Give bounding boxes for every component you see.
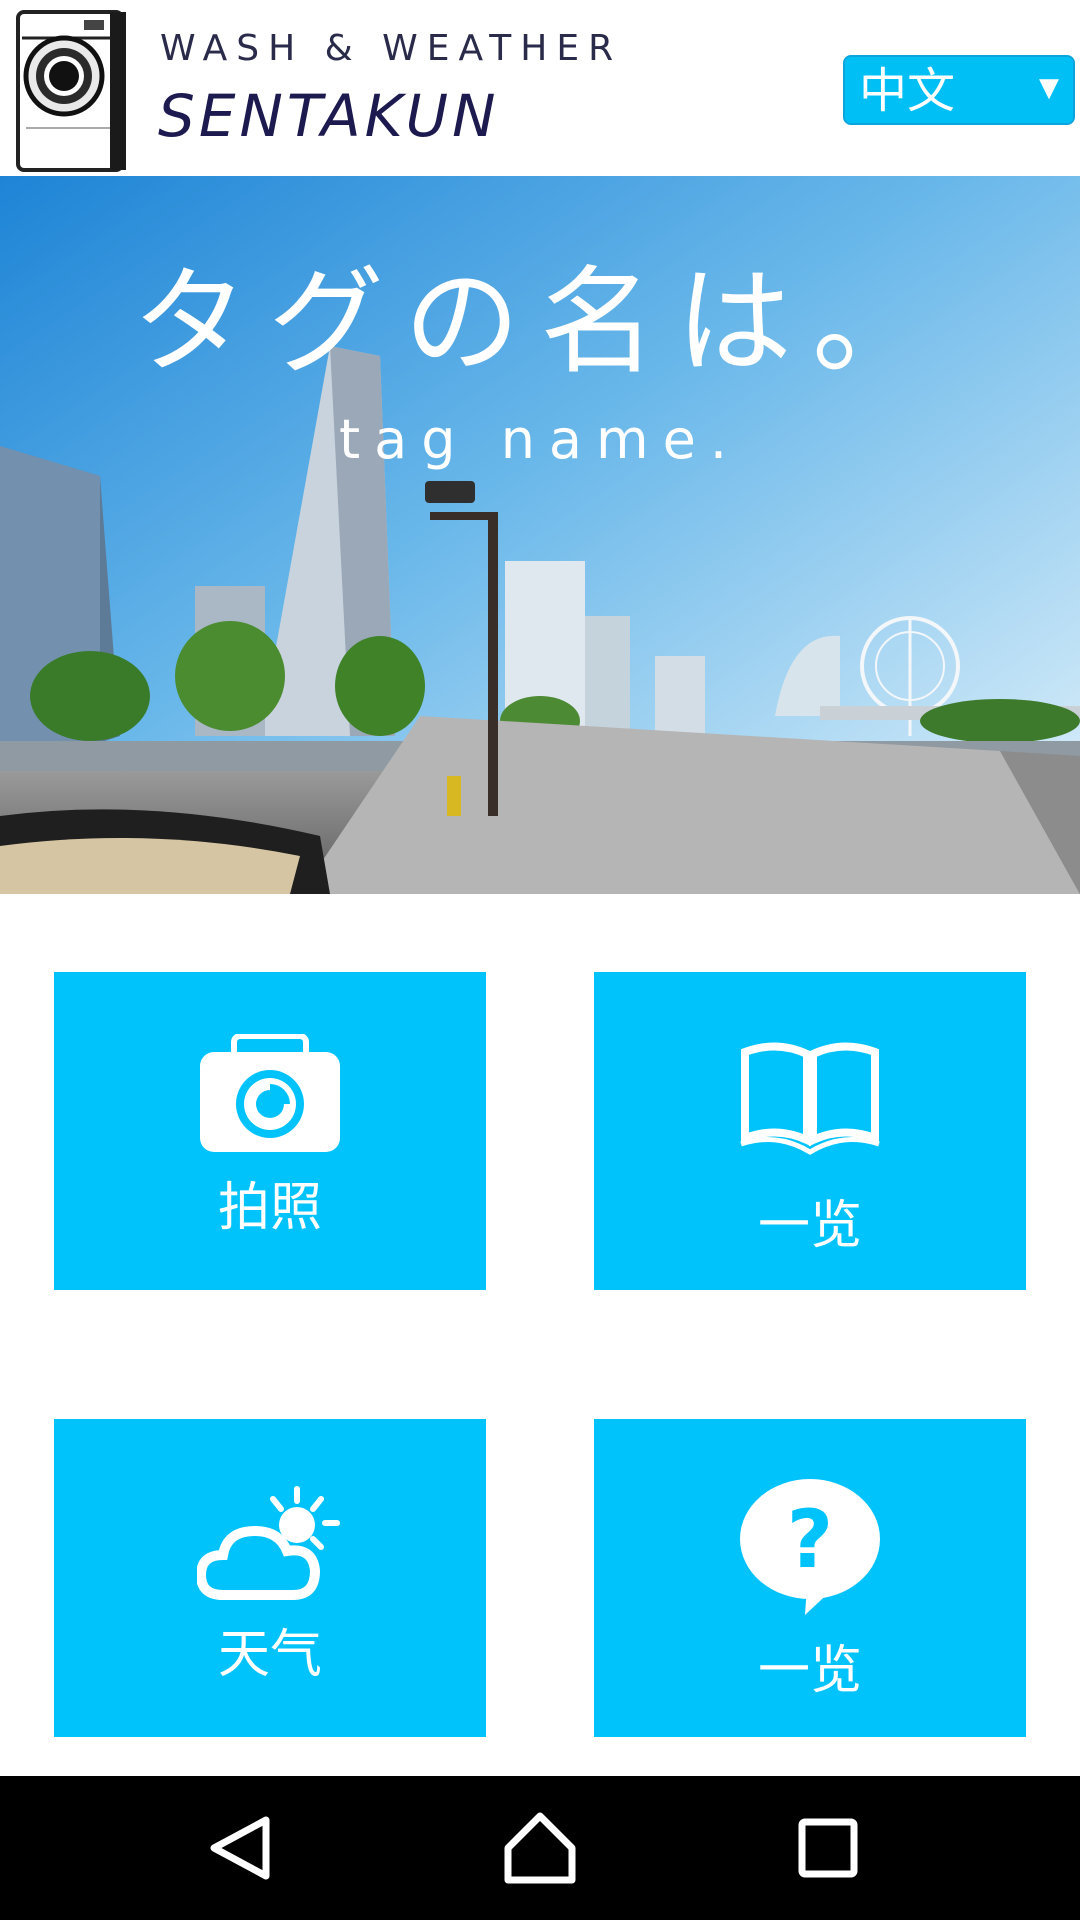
app-screen: WASH & WEATHER SENTAKUN 中文 ▼ タグの名は。 tag … bbox=[0, 0, 1080, 1920]
brand-name: SENTAKUN bbox=[158, 82, 500, 150]
cloud-sun-icon bbox=[54, 1485, 486, 1607]
back-button[interactable] bbox=[200, 1808, 280, 1888]
tile-label-list: 一览 bbox=[757, 1196, 862, 1256]
open-book-icon bbox=[594, 1040, 1026, 1160]
hero-banner: タグの名は。 tag name. bbox=[0, 176, 1080, 894]
question-bubble-icon: ? bbox=[594, 1475, 1026, 1621]
dropdown-caret-icon: ▼ bbox=[1039, 73, 1059, 103]
camera-icon bbox=[54, 1034, 486, 1158]
language-selected-value: 中文 bbox=[859, 63, 956, 119]
svg-text:?: ? bbox=[787, 1493, 833, 1586]
list-tile-button[interactable]: 一览 bbox=[594, 972, 1026, 1290]
help-list-tile-button[interactable]: ? 一览 bbox=[594, 1419, 1026, 1737]
tile-label-camera: 拍照 bbox=[217, 1178, 322, 1238]
brand-tagline: WASH & WEATHER bbox=[160, 28, 623, 69]
home-icon bbox=[504, 1812, 576, 1884]
hero-subtitle: tag name. bbox=[338, 408, 741, 471]
home-button[interactable] bbox=[500, 1808, 580, 1888]
recents-icon bbox=[798, 1818, 858, 1878]
tile-label-weather: 天气 bbox=[217, 1625, 322, 1685]
language-select[interactable]: 中文 ▼ bbox=[843, 55, 1075, 125]
camera-tile-button[interactable]: 拍照 bbox=[54, 972, 486, 1290]
weather-tile-button[interactable]: 天气 bbox=[54, 1419, 486, 1737]
app-header: WASH & WEATHER SENTAKUN 中文 ▼ bbox=[0, 0, 1080, 176]
washing-machine-logo-icon bbox=[16, 10, 126, 172]
back-icon bbox=[210, 1816, 270, 1880]
tile-label-help-list: 一览 bbox=[757, 1641, 862, 1701]
hero-title: タグの名は。 bbox=[132, 255, 948, 390]
system-navigation-bar bbox=[0, 1776, 1080, 1920]
recents-button[interactable] bbox=[788, 1808, 868, 1888]
